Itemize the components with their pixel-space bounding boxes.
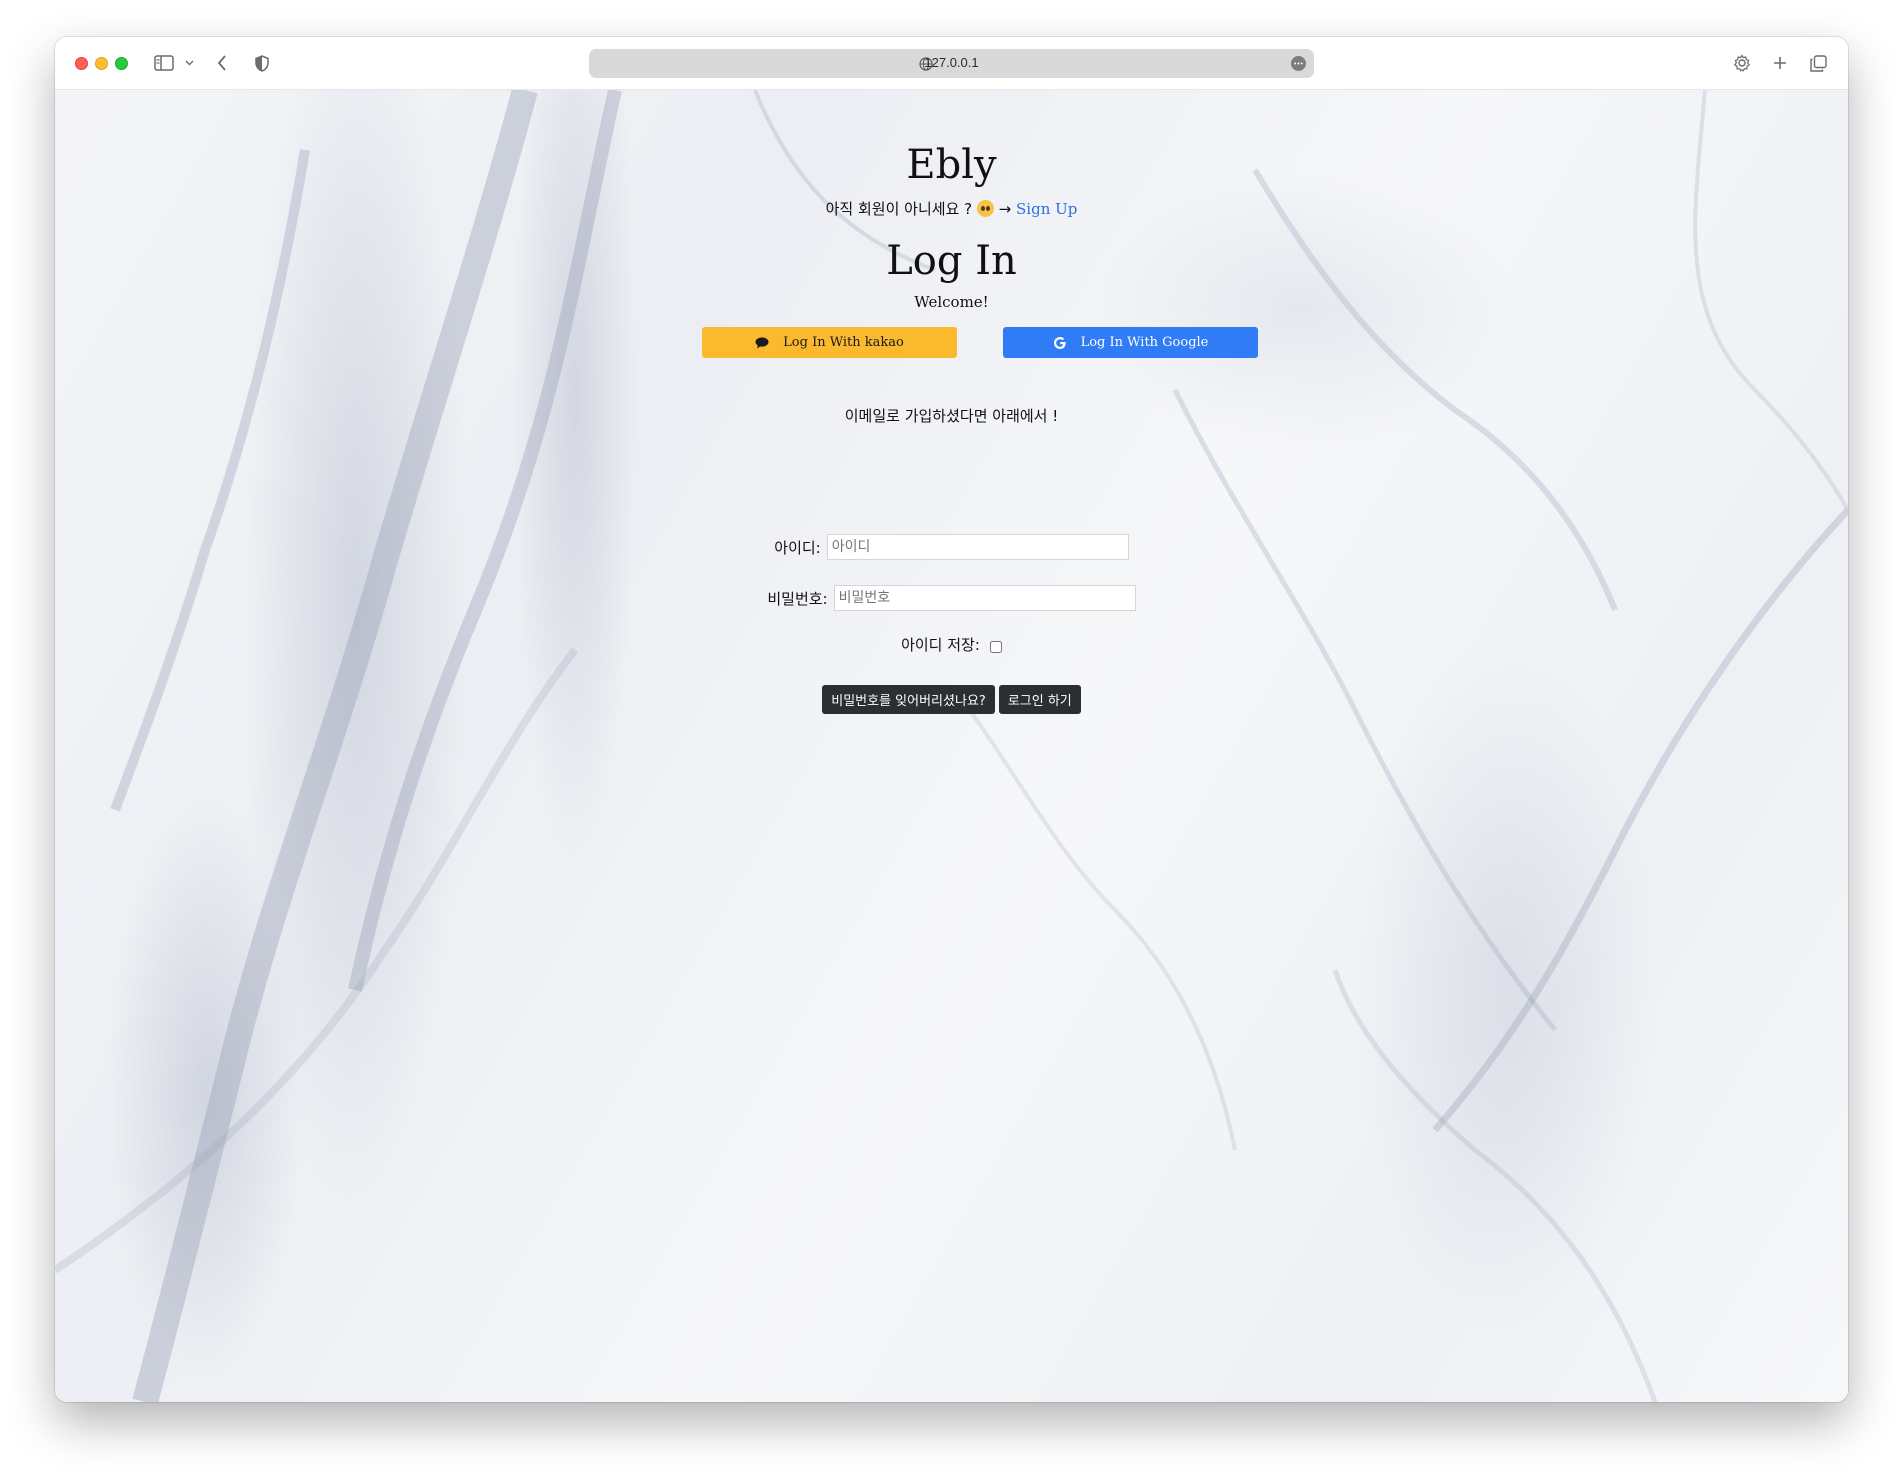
brand-name: Ebly <box>906 142 997 188</box>
google-login-label: Log In With Google <box>1080 335 1209 350</box>
google-g-icon <box>1053 336 1067 350</box>
kakao-login-label: Log In With kakao <box>783 335 904 350</box>
password-input[interactable] <box>833 585 1136 611</box>
sidebar-icon[interactable] <box>152 51 176 75</box>
address-bar[interactable]: 127.0.0.1 <box>589 49 1314 78</box>
id-field-row: 아이디: <box>55 534 1848 560</box>
login-button[interactable]: 로그인 하기 <box>998 685 1081 714</box>
close-window-button[interactable] <box>75 57 88 70</box>
plus-icon[interactable] <box>1769 51 1791 75</box>
signup-prompt-line: 아직 회원이 아니세요 ? → Sign Up <box>55 198 1848 219</box>
tabs-icon[interactable] <box>1807 51 1829 75</box>
shield-icon[interactable] <box>253 51 271 75</box>
more-icon[interactable] <box>1291 56 1306 71</box>
save-id-row: 아이디 저장: <box>55 634 1848 655</box>
minimize-window-button[interactable] <box>95 57 108 70</box>
page-content: Ebly 아직 회원이 아니세요 ? → Sign Up Log In Welc… <box>55 90 1848 1402</box>
page-title: Log In <box>886 238 1017 284</box>
signup-prompt: 아직 회원이 아니세요 ? <box>825 200 973 218</box>
save-id-label: 아이디 저장: <box>901 636 980 654</box>
forgot-password-button[interactable]: 비밀번호를 잊어버리셨나요? <box>822 685 995 714</box>
arrow-icon: → <box>998 200 1012 218</box>
welcome-text: Welcome! <box>914 293 989 311</box>
password-field-row: 비밀번호: <box>55 585 1848 611</box>
id-input[interactable] <box>826 534 1129 560</box>
id-label: 아이디: <box>774 538 821 557</box>
back-icon[interactable] <box>212 51 232 75</box>
settings-icon[interactable] <box>1731 51 1753 75</box>
login-actions: 비밀번호를 잊어버리셨나요? 로그인 하기 <box>55 685 1848 714</box>
signup-link[interactable]: Sign Up <box>1016 200 1077 218</box>
chat-bubble-icon <box>755 336 769 349</box>
marble-background <box>55 90 1848 1402</box>
browser-window: 127.0.0.1 Ebly 아직 회원이 아니세요 ? → Sign Up L… <box>55 37 1848 1402</box>
google-login-button[interactable]: Log In With Google <box>1003 327 1258 358</box>
password-label: 비밀번호: <box>767 589 828 608</box>
chevron-down-icon[interactable] <box>182 51 196 75</box>
kakao-login-button[interactable]: Log In With kakao <box>702 327 957 358</box>
pleading-face-emoji <box>976 200 994 217</box>
zoom-window-button[interactable] <box>115 57 128 70</box>
email-login-note: 이메일로 가입하셨다면 아래에서 ! <box>844 407 1059 425</box>
save-id-checkbox[interactable] <box>989 640 1002 653</box>
url-text: 127.0.0.1 <box>924 55 979 70</box>
browser-toolbar: 127.0.0.1 <box>55 37 1848 90</box>
